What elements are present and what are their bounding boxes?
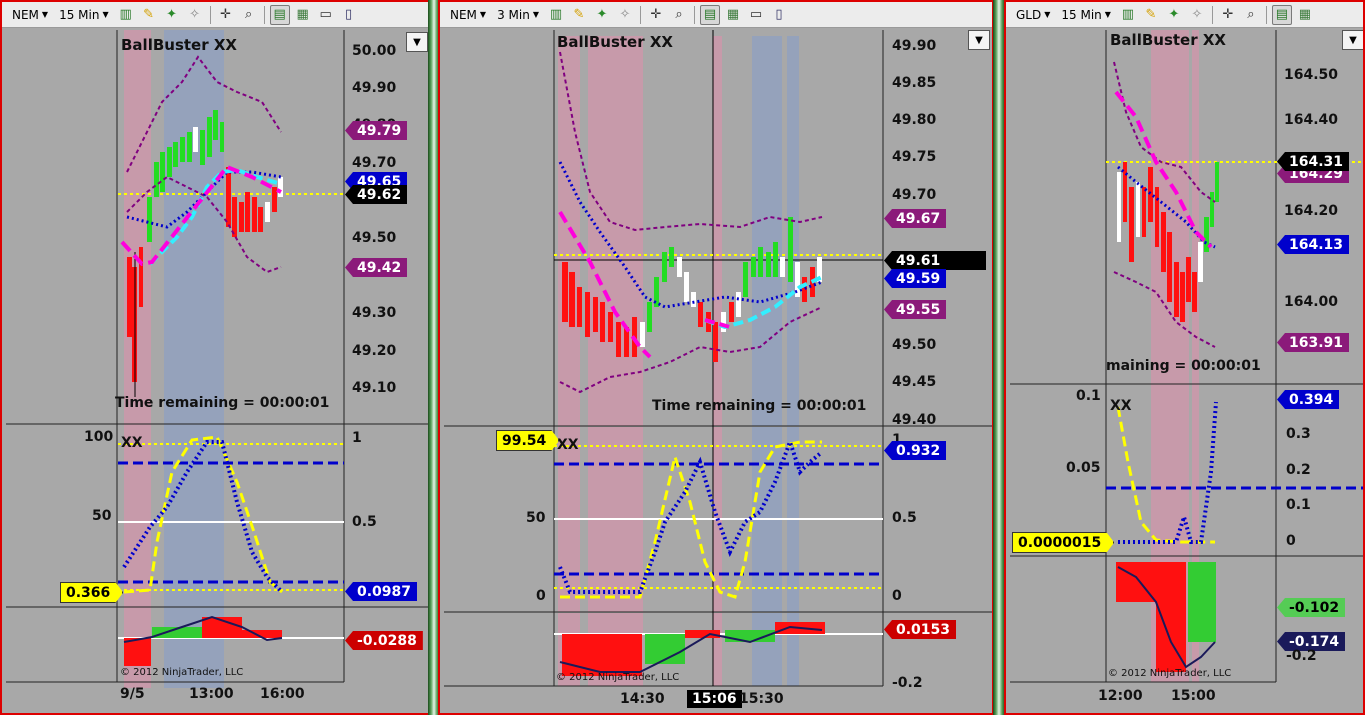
copyright-text: © 2012 NinjaTrader, LLC <box>120 667 244 678</box>
macd-axis-label: -0.2 <box>1286 648 1317 664</box>
time-remaining: Time remaining = 00:00:01 <box>115 395 330 411</box>
osc-title: XX <box>557 437 579 453</box>
price-tag-upper-band: 49.67 <box>884 209 947 228</box>
time-remaining: Time remaining = 00:00:01 <box>652 398 867 414</box>
chart-window-3: GLD ▼ 15 Min ▼ ▥ ✎ ✦ ✧ ✛ ⌕ ▤ ▦ ▼ BallBus… <box>1004 0 1365 715</box>
osc-title: XX <box>121 435 143 451</box>
price-tag-last: 164.31 <box>1277 152 1350 171</box>
price-axis-label: 49.30 <box>352 305 397 321</box>
price-axis-label: 164.50 <box>1284 67 1339 83</box>
time-axis-label: 13:00 <box>189 686 234 702</box>
indicator-title: BallBuster XX <box>557 33 673 51</box>
indicator-title: BallBuster XX <box>121 36 237 54</box>
osc-value-tag: 0.394 <box>1277 390 1340 409</box>
time-axis-label: 12:00 <box>1098 688 1143 704</box>
price-tag-upper-band: 49.79 <box>345 121 408 140</box>
macd-axis-label: -0.2 <box>892 675 923 691</box>
macd-value-tag: 0.0153 <box>884 620 957 639</box>
price-axis-label: 50.00 <box>352 43 397 59</box>
copyright-text: © 2012 NinjaTrader, LLC <box>556 672 680 683</box>
price-panel-2 <box>444 30 992 687</box>
crosshair-time-label: 15:06 <box>687 690 742 708</box>
time-axis-label: 15:00 <box>1171 688 1216 704</box>
price-axis-label: 49.20 <box>352 343 397 359</box>
osc-right-axis-label: 0.5 <box>352 514 377 530</box>
osc-left-axis-label: 0.1 <box>1076 388 1101 404</box>
price-tag-blue: 164.13 <box>1277 235 1350 254</box>
price-axis-label: 49.50 <box>892 337 937 353</box>
osc-left-tag: 0.0000015 <box>1012 532 1114 553</box>
price-axis-label: 164.20 <box>1284 203 1339 219</box>
price-axis-label: 49.90 <box>352 80 397 96</box>
price-axis-label: 49.85 <box>892 75 937 91</box>
time-axis-label: 9/5 <box>120 686 145 702</box>
osc-value-tag: 0.932 <box>884 441 947 460</box>
price-axis-label: 49.70 <box>892 187 937 203</box>
osc-right-axis-label: 0.3 <box>1286 426 1311 442</box>
osc-value-tag: 0.0987 <box>345 582 418 601</box>
price-axis-label: 49.80 <box>892 112 937 128</box>
osc-left-tag: 0.366 <box>60 582 123 603</box>
time-axis-label: 16:00 <box>260 686 305 702</box>
price-tag-blue: 49.59 <box>884 269 947 288</box>
osc-right-axis-label: 0.5 <box>892 510 917 526</box>
time-axis-label: 15:30 <box>739 691 784 707</box>
macd-tag-green: -0.102 <box>1277 598 1346 617</box>
osc-left-axis-label: 0.05 <box>1066 460 1101 476</box>
osc-right-axis-label: 0 <box>1286 533 1296 549</box>
time-remaining: maining = 00:00:01 <box>1106 358 1261 374</box>
price-axis-label: 49.75 <box>892 149 937 165</box>
price-axis-label: 49.90 <box>892 38 937 54</box>
price-tag-last: 49.61 <box>884 251 986 270</box>
price-axis-label: 164.00 <box>1284 294 1339 310</box>
price-axis-label: 49.50 <box>352 230 397 246</box>
price-tag-lower-band: 49.42 <box>345 258 408 277</box>
indicator-title: BallBuster XX <box>1110 31 1226 49</box>
chart-window-2: NEM ▼ 3 Min ▼ ▥ ✎ ✦ ✧ ✛ ⌕ ▤ ▦ ▭ ▯ ▼ Ball… <box>438 0 994 715</box>
time-axis-label: 14:30 <box>620 691 665 707</box>
price-axis-label: 164.40 <box>1284 112 1339 128</box>
osc-right-axis-label: 0 <box>892 588 902 604</box>
osc-title: XX <box>1110 398 1132 414</box>
price-axis-label: 49.10 <box>352 380 397 396</box>
osc-left-tag: 99.54 <box>496 430 559 451</box>
copyright-text: © 2012 NinjaTrader, LLC <box>1108 668 1232 679</box>
price-axis-label: 49.45 <box>892 374 937 390</box>
osc-left-axis-label: 100 <box>84 429 114 445</box>
price-tag-lower-band: 163.91 <box>1277 333 1350 352</box>
osc-right-axis-label: 0.1 <box>1286 497 1311 513</box>
macd-histogram <box>1116 562 1216 672</box>
osc-left-axis-label: 0 <box>536 588 546 604</box>
price-axis-label: 49.70 <box>352 155 397 171</box>
osc-left-axis-label: 50 <box>92 508 112 524</box>
osc-left-axis-label: 50 <box>526 510 546 526</box>
price-axis-label: 49.40 <box>892 412 937 428</box>
macd-value-tag: -0.0288 <box>345 631 423 650</box>
price-tag-lower-band: 49.55 <box>884 300 947 319</box>
osc-right-axis-label: 1 <box>352 430 362 446</box>
chart-window-1: NEM ▼ 15 Min ▼ ▥ ✎ ✦ ✧ ✛ ⌕ ▤ ▦ ▭ ▯ ▼ Bal… <box>0 0 430 715</box>
osc-right-axis-label: 0.2 <box>1286 462 1311 478</box>
price-tag-last: 49.62 <box>345 185 408 204</box>
